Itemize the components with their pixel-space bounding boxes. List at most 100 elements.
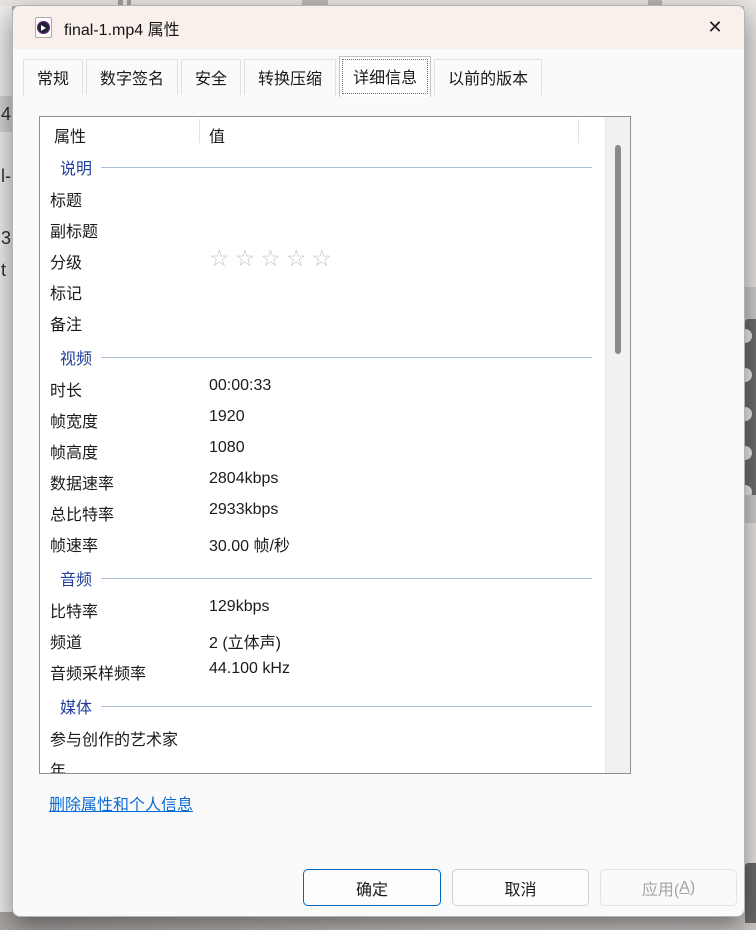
- window-title: final-1.mp4 属性: [64, 16, 180, 40]
- apply-label: 应用(: [642, 876, 679, 900]
- row-value: 1920: [209, 408, 245, 426]
- section-header: 视频: [40, 341, 630, 372]
- column-divider[interactable]: [578, 119, 579, 143]
- detail-row[interactable]: 音频采样频率 44.100 kHz: [40, 655, 630, 686]
- tab-label: 详细信息: [353, 70, 417, 87]
- background-thumbnail-fragment: [745, 863, 756, 923]
- scrollbar-track[interactable]: [605, 117, 630, 773]
- detail-row[interactable]: 时长 00:00:33: [40, 372, 630, 403]
- details-rows: 说明标题副标题分级☆☆☆☆☆标记备注视频时长00:00:33帧宽度1920帧高度…: [40, 147, 630, 773]
- row-value: 44.100 kHz: [209, 660, 290, 678]
- detail-row[interactable]: 帧宽度 1920: [40, 403, 630, 434]
- tab-convert-compress[interactable]: 转换压缩: [244, 59, 336, 95]
- background-thumbnail-fragment: [745, 287, 756, 319]
- remove-properties-link[interactable]: 删除属性和个人信息: [49, 791, 193, 815]
- section-divider: [101, 578, 592, 579]
- tab-details[interactable]: 详细信息: [339, 56, 431, 97]
- rating-stars[interactable]: ☆☆☆☆☆: [209, 245, 337, 272]
- column-divider[interactable]: [199, 119, 200, 143]
- scrollbar-thumb[interactable]: [615, 145, 621, 354]
- apply-label: ): [690, 879, 695, 897]
- row-label: 副标题: [50, 218, 98, 242]
- ok-button[interactable]: 确定: [303, 869, 441, 906]
- row-label: 标记: [50, 280, 82, 304]
- tab-label: 数字签名: [100, 71, 164, 88]
- title-bar: final-1.mp4 属性 ✕: [13, 6, 744, 49]
- tab-digital-signatures[interactable]: 数字签名: [86, 59, 178, 95]
- section-header: 说明: [40, 151, 630, 182]
- detail-row[interactable]: 总比特率 2933kbps: [40, 496, 630, 527]
- apply-button-disabled[interactable]: 应用(A): [600, 869, 737, 906]
- column-header-property[interactable]: 属性: [54, 123, 86, 147]
- tab-label: 以前的版本: [448, 71, 528, 88]
- section-label: 音频: [60, 566, 92, 590]
- row-value: 30.00 帧/秒: [209, 532, 290, 556]
- tab-security[interactable]: 安全: [181, 59, 241, 95]
- row-label: 比特率: [50, 598, 98, 622]
- row-label: 音频采样频率: [50, 660, 146, 684]
- section-label: 媒体: [60, 694, 92, 718]
- row-value: 2933kbps: [209, 501, 278, 519]
- row-value: 2804kbps: [209, 470, 278, 488]
- section-label: 说明: [60, 155, 92, 179]
- video-file-icon: [35, 17, 52, 38]
- row-label: 总比特率: [50, 501, 114, 525]
- row-label: 数据速率: [50, 470, 114, 494]
- detail-row[interactable]: 副标题: [40, 213, 630, 244]
- detail-row[interactable]: 年: [40, 752, 630, 773]
- background-text-fragment: t: [1, 260, 6, 281]
- star-icon[interactable]: ☆: [209, 245, 230, 271]
- row-label: 帧速率: [50, 532, 98, 556]
- row-label: 参与创作的艺术家: [50, 726, 178, 750]
- row-label: 时长: [50, 377, 82, 401]
- row-label: 标题: [50, 187, 82, 211]
- column-header-value[interactable]: 值: [209, 123, 225, 147]
- apply-mnemonic: A: [679, 879, 690, 897]
- detail-row[interactable]: 参与创作的艺术家: [40, 721, 630, 752]
- section-divider: [101, 167, 592, 168]
- tab-label: 常规: [37, 71, 69, 88]
- detail-row[interactable]: 标记: [40, 275, 630, 306]
- detail-row[interactable]: 帧高度 1080: [40, 434, 630, 465]
- details-listview: 属性 值 说明标题副标题分级☆☆☆☆☆标记备注视频时长00:00:33帧宽度19…: [39, 116, 631, 774]
- row-label: 频道: [50, 629, 82, 653]
- detail-row[interactable]: 比特率 129kbps: [40, 593, 630, 624]
- row-value: 1080: [209, 439, 245, 457]
- section-divider: [101, 706, 592, 707]
- section-header: 媒体: [40, 690, 630, 721]
- tab-bar: 常规 数字签名安全转换压缩详细信息 以前的版本: [23, 61, 545, 95]
- background-text-fragment: 4: [1, 104, 11, 125]
- row-label: 帧高度: [50, 439, 98, 463]
- properties-dialog: final-1.mp4 属性 ✕ 常规 数字签名安全转换压缩详细信息 以前的版本 属…: [12, 5, 745, 917]
- row-label: 帧宽度: [50, 408, 98, 432]
- list-header: 属性 值: [40, 117, 630, 147]
- detail-row[interactable]: 备注: [40, 306, 630, 337]
- cancel-button[interactable]: 取消: [452, 869, 589, 906]
- row-label: 年: [50, 757, 66, 773]
- star-icon[interactable]: ☆: [260, 245, 281, 271]
- star-icon[interactable]: ☆: [312, 245, 333, 271]
- background-thumbnail-fragment: [745, 495, 756, 523]
- star-icon[interactable]: ☆: [286, 245, 307, 271]
- detail-row[interactable]: 频道 2 (立体声): [40, 624, 630, 655]
- row-value: 129kbps: [209, 598, 270, 616]
- row-label: 分级: [50, 249, 82, 273]
- tab-general[interactable]: 常规: [23, 59, 83, 95]
- row-value: 00:00:33: [209, 377, 271, 395]
- row-value: 2 (立体声): [209, 629, 281, 653]
- star-icon[interactable]: ☆: [235, 245, 256, 271]
- filmstrip-thumbnail-fragment: [745, 319, 756, 495]
- detail-row[interactable]: 标题: [40, 182, 630, 213]
- detail-row[interactable]: 数据速率 2804kbps: [40, 465, 630, 496]
- row-label: 备注: [50, 311, 82, 335]
- background-window-left: 4 l- 3 t: [0, 6, 12, 912]
- background-text-fragment: l-: [1, 166, 11, 187]
- background-window-right: [744, 6, 756, 912]
- section-header: 音频: [40, 562, 630, 593]
- detail-row[interactable]: 分级☆☆☆☆☆: [40, 244, 630, 275]
- section-label: 视频: [60, 345, 92, 369]
- tab-previous-versions[interactable]: 以前的版本: [434, 59, 542, 95]
- close-icon[interactable]: ✕: [696, 12, 734, 44]
- detail-row[interactable]: 帧速率 30.00 帧/秒: [40, 527, 630, 558]
- background-text-fragment: 3: [1, 228, 11, 249]
